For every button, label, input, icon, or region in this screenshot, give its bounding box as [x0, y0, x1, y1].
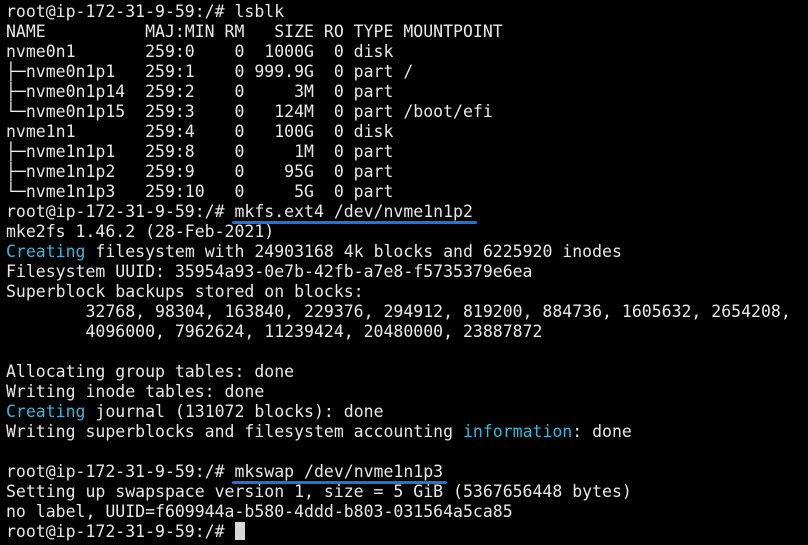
- output-line: Writing superblocks and filesystem accou…: [0, 422, 808, 442]
- lsblk-row: ├─nvme1n1p1 259:8 0 1M 0 part: [6, 142, 394, 161]
- lsblk-row: ├─nvme1n1p2 259:9 0 95G 0 part: [6, 162, 394, 181]
- output-line: mke2fs 1.46.2 (28-Feb-2021): [6, 222, 275, 241]
- highlighted-word: Creating: [6, 402, 86, 421]
- output-text: journal (131072 blocks): done: [85, 402, 384, 421]
- highlighted-word: information: [462, 422, 573, 441]
- output-line: no label, UUID=f609944a-b580-4ddd-b803-0…: [6, 502, 513, 521]
- lsblk-row: nvme0n1 259:0 0 1000G 0 disk: [6, 42, 394, 61]
- shell-prompt: root@ip-172-31-9-59:/#: [6, 202, 235, 221]
- output-line: Filesystem UUID: 35954a93-0e7b-42fb-a7e8…: [6, 262, 533, 281]
- output-text: Writing superblocks and filesystem accou…: [6, 422, 463, 441]
- terminal-line: root@ip-172-31-9-59:/# lsblk: [0, 2, 808, 22]
- output-text: : done: [572, 422, 632, 441]
- lsblk-row: nvme1n1 259:4 0 100G 0 disk: [6, 122, 394, 141]
- terminal-input-line[interactable]: root@ip-172-31-9-59:/#: [0, 522, 808, 542]
- lsblk-header-row: NAME MAJ:MIN RM SIZE RO TYPE MOUNTPOINT: [6, 22, 503, 41]
- text-cursor: [235, 522, 246, 540]
- shell-prompt: root@ip-172-31-9-59:/#: [6, 2, 235, 21]
- output-line: Allocating group tables: done: [6, 362, 295, 381]
- terminal-line: root@ip-172-31-9-59:/# mkswap /dev/nvme1…: [0, 462, 808, 484]
- lsblk-row: └─nvme1n1p3 259:10 0 5G 0 part: [6, 182, 394, 201]
- highlighted-word: Creating: [6, 242, 86, 261]
- underlined-command-mkfs: mkfs.ext4 /dev/nvme1n1p2: [232, 202, 478, 224]
- output-line: Creating journal (131072 blocks): done: [0, 402, 808, 422]
- output-line: Superblock backups stored on blocks:: [6, 282, 364, 301]
- shell-prompt: root@ip-172-31-9-59:/#: [6, 522, 235, 541]
- shell-prompt: root@ip-172-31-9-59:/#: [6, 462, 235, 481]
- output-line: 32768, 98304, 163840, 229376, 294912, 81…: [6, 302, 791, 321]
- lsblk-row: ├─nvme0n1p1 259:1 0 999.9G 0 part /: [6, 62, 414, 81]
- output-line: 4096000, 7962624, 11239424, 20480000, 23…: [6, 322, 543, 341]
- lsblk-row: ├─nvme0n1p14 259:2 0 3M 0 part: [6, 82, 394, 101]
- output-line: Setting up swapspace version 1, size = 5…: [6, 482, 632, 501]
- output-text: filesystem with 24903168 4k blocks and 6…: [85, 242, 622, 261]
- underlined-command-mkswap: mkswap /dev/nvme1n1p3: [232, 462, 447, 484]
- terminal-line: root@ip-172-31-9-59:/# mkfs.ext4 /dev/nv…: [0, 202, 808, 224]
- output-line: Writing inode tables: done: [6, 382, 265, 401]
- command-text: lsblk: [234, 2, 285, 21]
- terminal-window[interactable]: root@ip-172-31-9-59:/# lsblk NAME MAJ:MI…: [0, 0, 808, 545]
- output-line: Creating filesystem with 24903168 4k blo…: [0, 242, 808, 262]
- lsblk-row: └─nvme0n1p15 259:3 0 124M 0 part /boot/e…: [6, 102, 493, 121]
